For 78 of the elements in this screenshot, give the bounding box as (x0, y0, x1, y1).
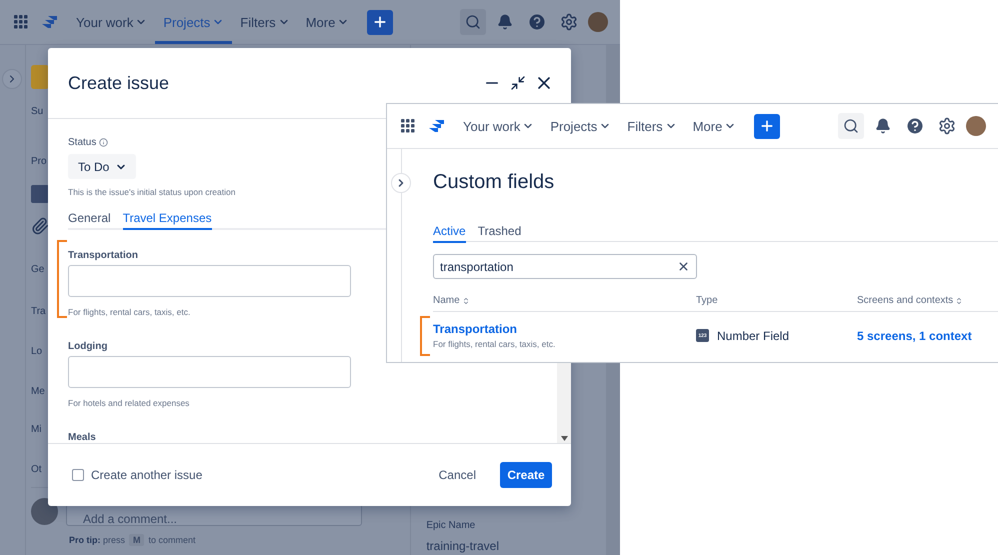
info-icon[interactable] (99, 138, 108, 147)
field-label: Transportation (68, 250, 138, 261)
nav-menu-item[interactable]: Filters (619, 104, 685, 148)
tab[interactable]: Active (433, 224, 466, 243)
nav-menu-item[interactable]: Filters (232, 0, 298, 44)
tab[interactable]: Trashed (478, 224, 522, 243)
pro-tip-text: Pro tip: press (68, 535, 125, 545)
create-button[interactable] (367, 10, 394, 34)
sidebar-label: Ge (30, 263, 44, 277)
clear-icon[interactable] (677, 260, 690, 273)
scroll-down-icon[interactable] (560, 436, 568, 441)
create-another-checkbox[interactable]: Create another issue (72, 468, 431, 482)
status-dropdown[interactable]: To Do (68, 154, 136, 179)
column-header[interactable]: Screens and contexts (857, 295, 954, 306)
field-value: training-travel (426, 539, 500, 553)
search-button[interactable] (838, 113, 864, 139)
field-description: For flights, rental cars, taxis, etc. (433, 339, 556, 349)
logo-icon[interactable] (429, 119, 445, 133)
field-name-link[interactable]: Transportation (433, 322, 696, 336)
settings-icon[interactable] (938, 117, 956, 135)
project-button[interactable] (30, 185, 49, 203)
sidebar-label: Su (30, 105, 44, 119)
tab[interactable]: General (68, 211, 111, 230)
sidebar-label: Me (30, 385, 45, 399)
bell-icon[interactable] (875, 118, 891, 134)
cancel-button[interactable]: Cancel (430, 462, 484, 488)
logo-icon[interactable] (42, 15, 58, 29)
sidebar-label: Mi (30, 423, 42, 437)
sidebar-label: Tra (30, 305, 46, 319)
collapse-icon[interactable] (510, 75, 526, 91)
nav-menu-item[interactable]: Projects (155, 0, 232, 44)
project-icon (30, 65, 49, 89)
nav-menu-item[interactable]: Your work (68, 0, 156, 44)
user-avatar[interactable] (966, 116, 986, 136)
nav-menu-item[interactable]: Projects (542, 104, 620, 148)
help-text: For hotels and related expenses (68, 398, 190, 408)
field-type: Number Field (717, 328, 790, 342)
sidebar-label: Lo (30, 345, 42, 359)
dialog-title: Create issue (68, 72, 170, 94)
tab[interactable]: Travel Expenses (122, 211, 212, 230)
field-label: Status (68, 137, 96, 148)
nav-menu-item[interactable]: More (684, 104, 744, 148)
settings-icon[interactable] (560, 13, 578, 31)
field-label: Epic Name (426, 520, 476, 531)
sidebar-label: Ot (30, 463, 42, 477)
nav-menu-item[interactable]: Your work (455, 104, 542, 148)
search-button[interactable] (460, 9, 486, 35)
column-header: Type (696, 295, 718, 306)
sort-icon[interactable] (955, 296, 964, 304)
plus-icon[interactable] (372, 14, 388, 30)
keyboard-key: M (128, 534, 144, 546)
paperclip-icon[interactable] (30, 217, 49, 235)
text-input[interactable] (68, 356, 351, 388)
app-grid-icon[interactable] (401, 119, 415, 133)
search-icon[interactable] (843, 118, 859, 134)
page-title: Custom fields (433, 171, 556, 194)
help-text: For flights, rental cars, taxis, etc. (68, 307, 190, 317)
create-button[interactable] (754, 114, 780, 138)
help-text: This is the issue's initial status upon creation (68, 187, 236, 197)
search-icon[interactable] (465, 14, 481, 30)
user-avatar (30, 498, 58, 525)
field-label: Lodging (68, 341, 108, 352)
bell-icon[interactable] (497, 14, 513, 30)
pro-tip-text: to comment (148, 535, 196, 545)
nav-menu-item[interactable]: More (298, 0, 358, 44)
text-input[interactable] (68, 265, 351, 297)
comment-field[interactable]: Add a comment... (66, 504, 362, 526)
field-label: Meals (68, 432, 96, 443)
column-header[interactable]: Name (433, 295, 460, 306)
app-grid-icon[interactable] (14, 15, 28, 29)
sidebar-label: Pro (30, 155, 47, 169)
create-button[interactable]: Create (500, 462, 552, 488)
expand-button[interactable] (2, 69, 22, 89)
screens-link[interactable]: 5 screens, 1 context (857, 328, 972, 342)
search-field[interactable]: transportation (433, 254, 697, 279)
user-avatar[interactable] (588, 12, 608, 32)
sort-icon[interactable] (462, 296, 470, 304)
plus-icon[interactable] (759, 118, 776, 134)
